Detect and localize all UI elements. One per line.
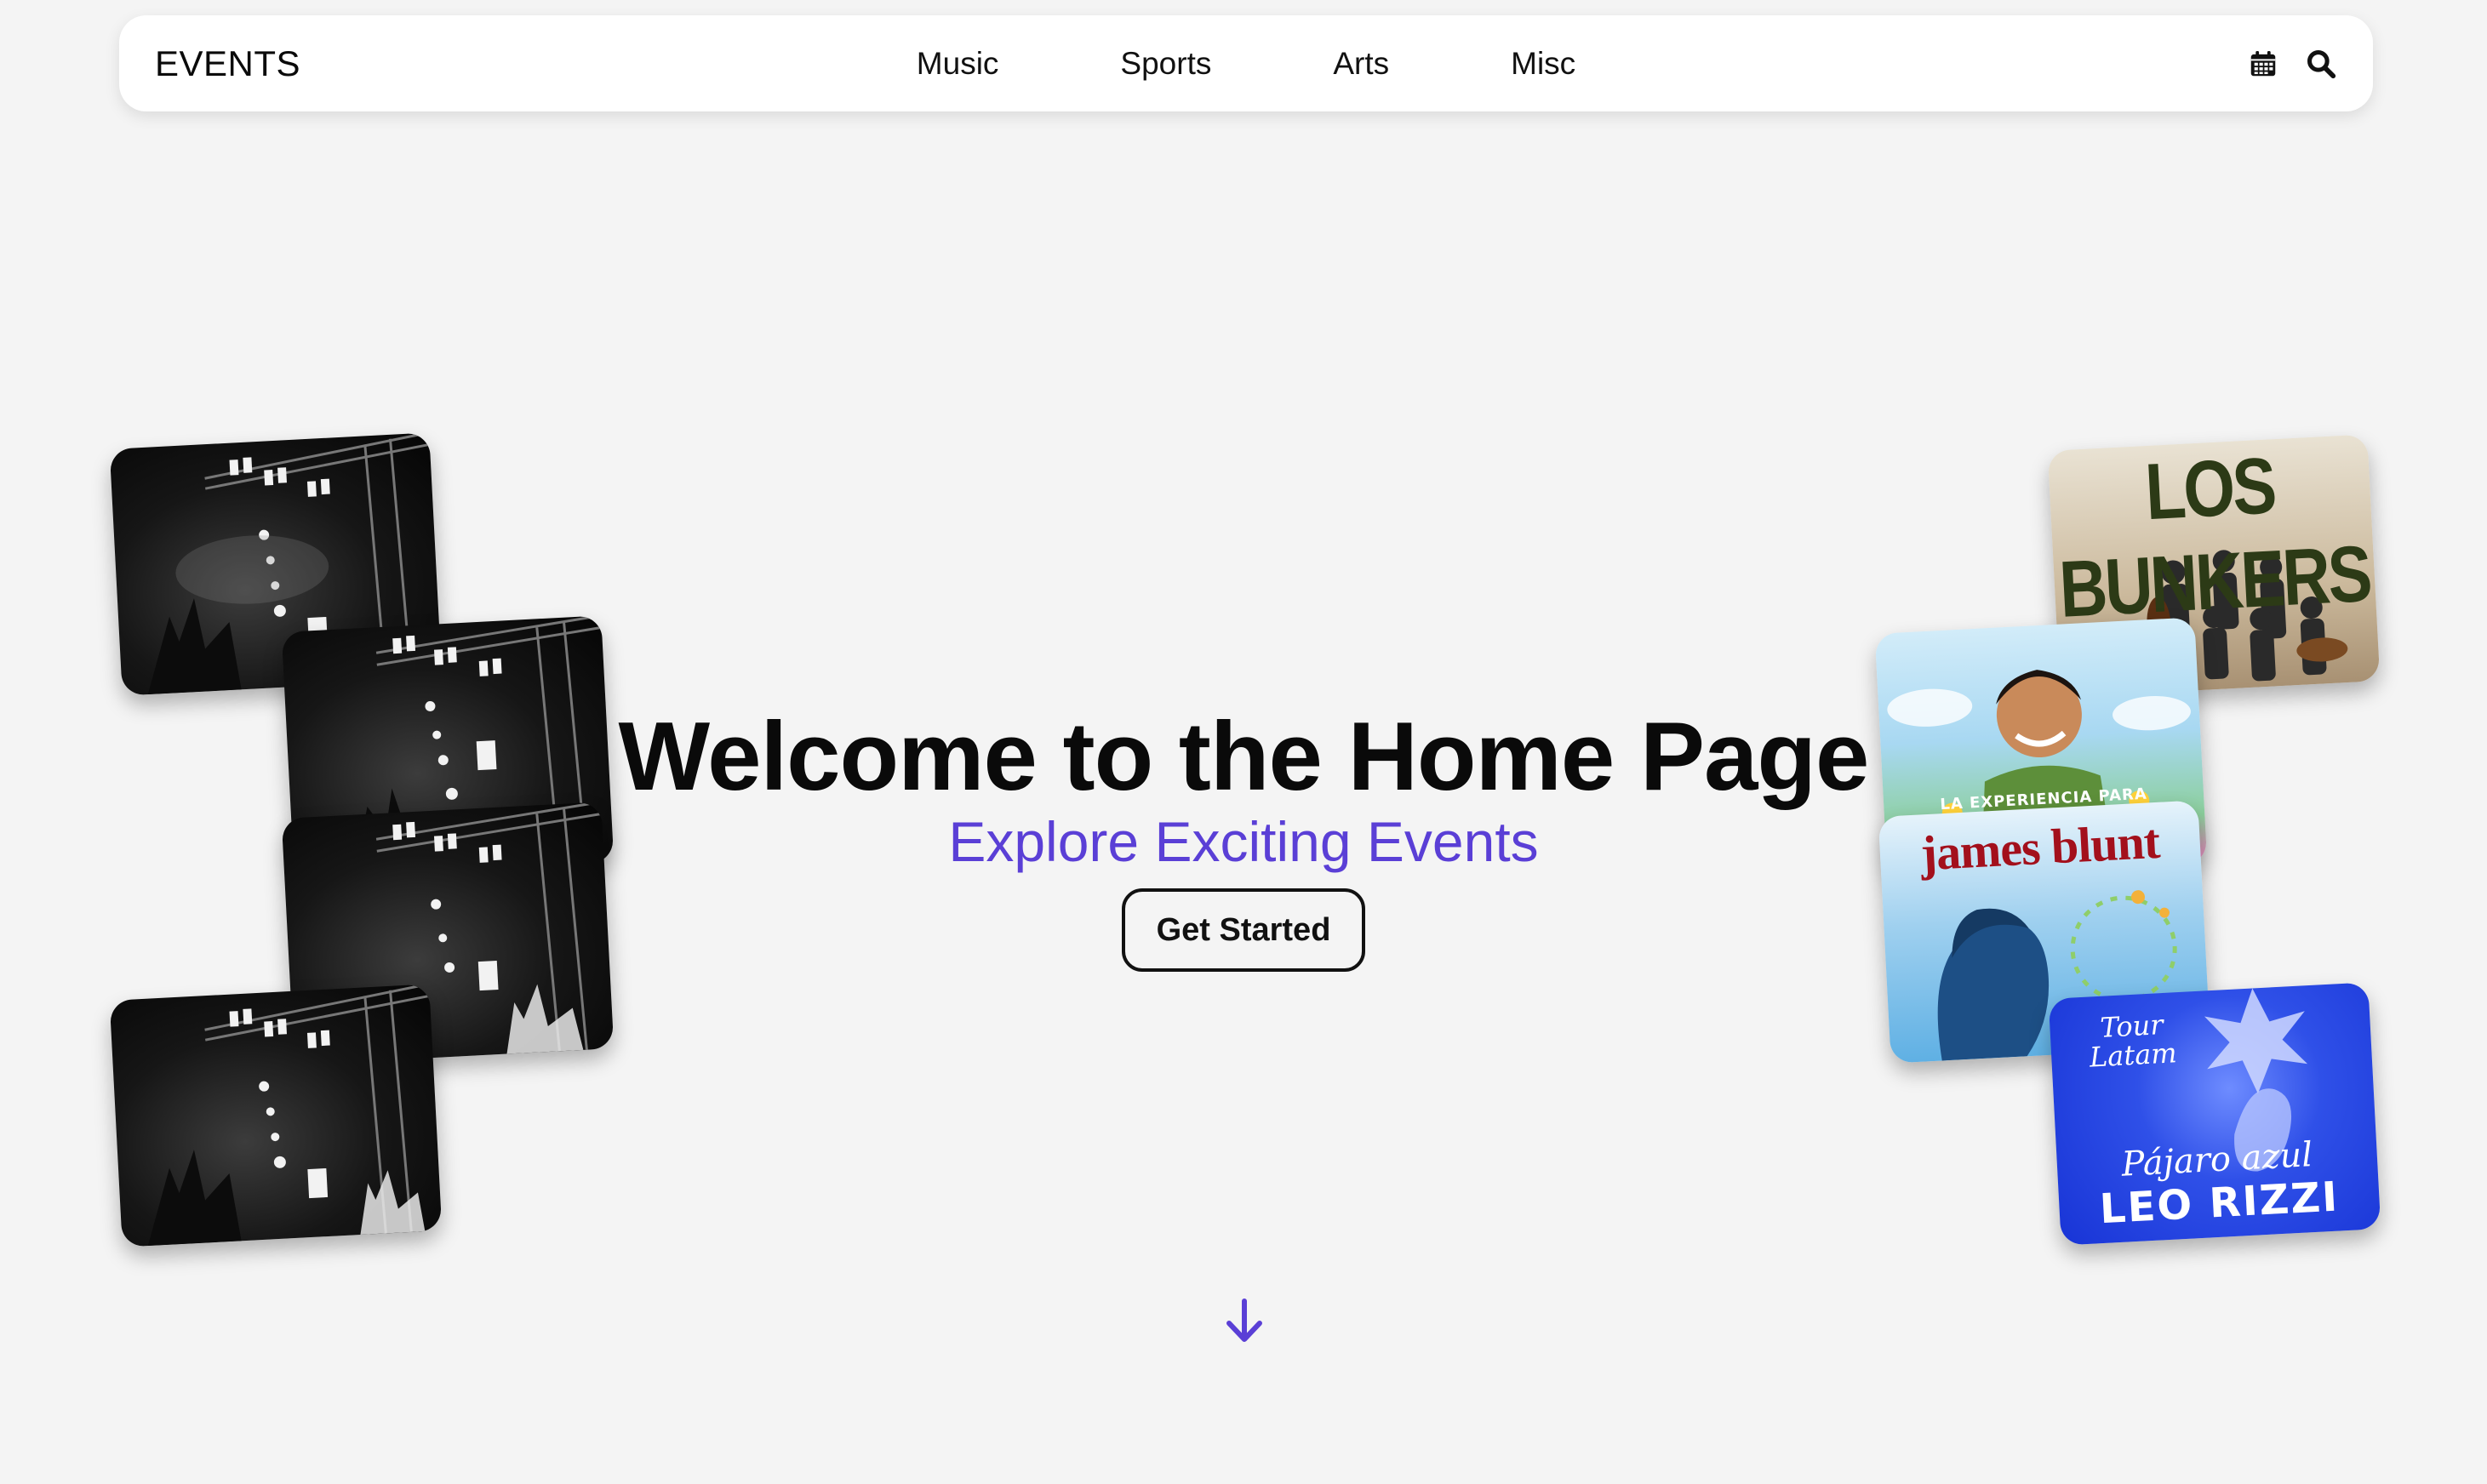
nav-link-arts[interactable]: Arts <box>1333 46 1389 82</box>
event-card-leo-rizzi[interactable]: Tour Latam Pájaro azul LEO RIZZI <box>2048 982 2381 1246</box>
brand-logo[interactable]: EVENTS <box>155 15 300 111</box>
hero-section: Welcome to the Home Page Explore Excitin… <box>0 698 2487 972</box>
page-title: Welcome to the Home Page <box>618 703 1870 811</box>
main-nav: Music Sports Arts Misc <box>119 15 2373 111</box>
navbar: EVENTS Music Sports Arts Misc <box>119 15 2373 111</box>
nav-link-music[interactable]: Music <box>917 46 999 82</box>
nav-actions <box>2247 15 2337 111</box>
concert-photo <box>147 984 431 1247</box>
event-card-concert-4[interactable] <box>109 984 443 1247</box>
search-icon[interactable] <box>2305 48 2337 80</box>
calendar-icon[interactable] <box>2247 48 2279 80</box>
nav-link-misc[interactable]: Misc <box>1511 46 1575 82</box>
page-subtitle: Explore Exciting Events <box>948 810 1539 873</box>
arrow-down-icon[interactable] <box>1223 1298 1266 1345</box>
nav-link-sports[interactable]: Sports <box>1120 46 1211 82</box>
poster-title: LOS BUNKERS <box>2057 440 2372 635</box>
get-started-button[interactable]: Get Started <box>1122 888 1365 972</box>
poster-tour-text: Tour Latam <box>2089 1008 2178 1074</box>
